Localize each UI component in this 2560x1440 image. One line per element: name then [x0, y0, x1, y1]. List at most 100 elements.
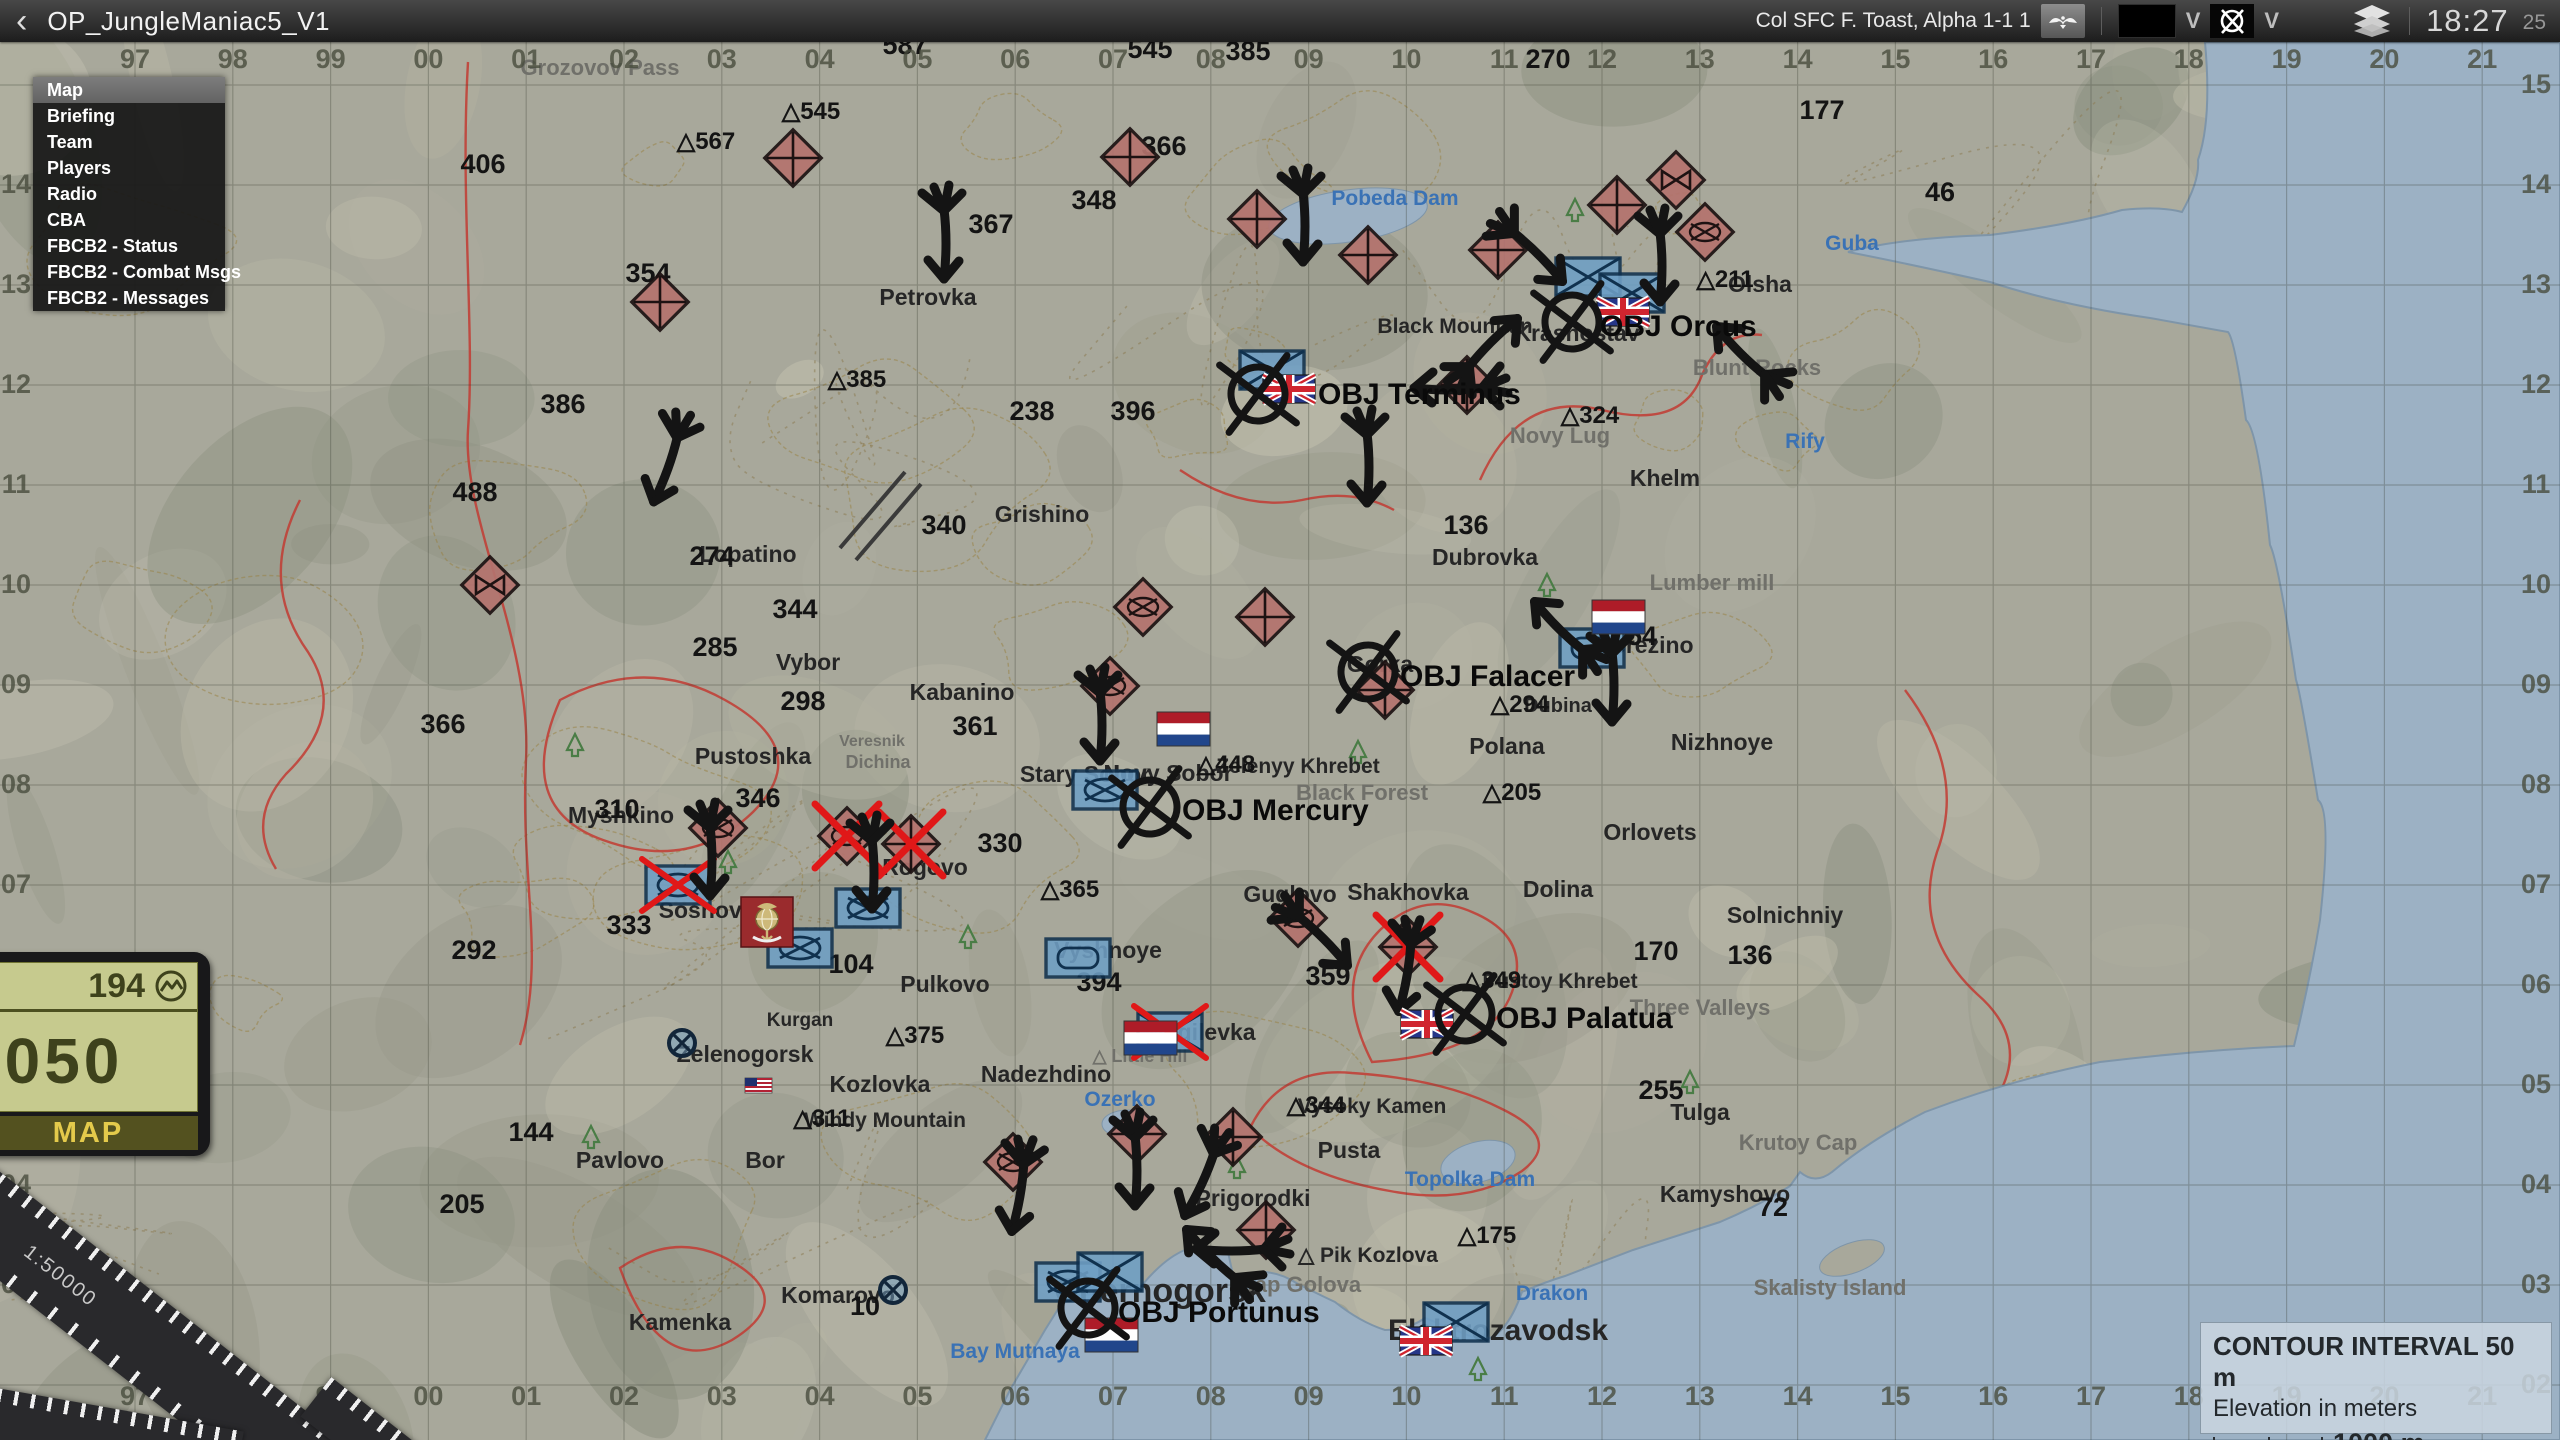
flag-marker-uk[interactable] — [1400, 1327, 1452, 1355]
game-screen: PetrovkaGrishinoVyborKabaninoPustoshkaMy… — [0, 0, 2560, 1440]
menu-item-map[interactable]: Map — [33, 77, 225, 103]
elevation-label: 205 — [439, 1189, 484, 1219]
gps-device: 194 6050 MAP — [0, 952, 210, 1156]
grid-label-bottom: 02 — [609, 1381, 639, 1411]
menu-item-briefing[interactable]: Briefing — [33, 103, 225, 129]
elevation-label: 170 — [1633, 936, 1678, 966]
marker-color-dropdown[interactable]: V — [2186, 8, 2201, 34]
grid-label-right: 12 — [2521, 369, 2551, 399]
elevation-label: △344 — [1286, 1092, 1346, 1119]
grid-label-top: 13 — [1685, 44, 1715, 74]
town-label: Shakhovka — [1347, 879, 1469, 905]
friendly-point-marker[interactable] — [669, 1030, 695, 1056]
grid-label-bottom: 05 — [902, 1381, 932, 1411]
flag-marker-nl[interactable] — [1124, 1021, 1177, 1055]
grid-label-right: 10 — [2521, 569, 2551, 599]
elevation-label: △545 — [781, 98, 841, 125]
menu-item-fbcb2-status[interactable]: FBCB2 - Status — [33, 233, 225, 259]
friendly-unit-marker[interactable] — [1046, 939, 1110, 977]
grid-label-right: 15 — [2521, 69, 2551, 99]
elevation-label: △375 — [885, 1022, 945, 1049]
town-label: Dubrovka — [1432, 544, 1538, 570]
grid-label-top: 09 — [1294, 44, 1324, 74]
grid-label-left: 13 — [1, 269, 31, 299]
town-label: Vybor — [776, 649, 840, 675]
flag-marker-nl[interactable] — [1157, 712, 1210, 746]
friendly-point-marker[interactable] — [880, 1277, 906, 1303]
grid-label-left: 09 — [1, 669, 31, 699]
grid-label-top: 10 — [1391, 44, 1421, 74]
marker-type-box[interactable] — [2210, 4, 2254, 38]
elevation-label: △448 — [1196, 751, 1256, 778]
elevation-label: 348 — [1071, 185, 1116, 215]
menu-item-cba[interactable]: CBA — [33, 207, 225, 233]
town-label: Petrovka — [879, 284, 976, 310]
divider — [2101, 7, 2102, 35]
menu-item-fbcb2-combat-msgs[interactable]: FBCB2 - Combat Msgs — [33, 259, 225, 285]
flag-marker-usmc[interactable] — [741, 897, 793, 947]
minor-label: Skalisty Island — [1754, 1275, 1907, 1300]
water-label: Ozerko — [1084, 1088, 1155, 1111]
grid-label-left: 08 — [1, 769, 31, 799]
town-label: Kozlovka — [830, 1071, 931, 1097]
grid-label-top: 16 — [1978, 44, 2008, 74]
menu-item-fbcb2-messages[interactable]: FBCB2 - Messages — [33, 285, 225, 311]
gps-map-button[interactable]: MAP — [53, 1117, 123, 1150]
grid-label-top: 98 — [218, 44, 248, 74]
rank-insignia-icon[interactable] — [2041, 4, 2085, 38]
contour-interval-label: CONTOUR INTERVAL 50 m — [2213, 1331, 2539, 1393]
grid-label-bottom: 14 — [1783, 1381, 1813, 1411]
town-label: Kabanino — [910, 679, 1015, 705]
mission-title: OP_JungleManiac5_V1 — [47, 6, 330, 37]
map[interactable]: PetrovkaGrishinoVyborKabaninoPustoshkaMy… — [0, 0, 2560, 1440]
grid-label-right: 03 — [2521, 1269, 2551, 1299]
grid-label-bottom: 06 — [1000, 1381, 1030, 1411]
elevation-label: △211 — [1695, 266, 1753, 293]
grid-label-right: 05 — [2521, 1069, 2551, 1099]
friendly-unit-marker[interactable] — [1078, 1253, 1142, 1291]
map-screen-menu: MapBriefingTeamPlayersRadioCBAFBCB2 - St… — [33, 77, 225, 311]
grid-label-top: 00 — [413, 44, 443, 74]
menu-item-radio[interactable]: Radio — [33, 181, 225, 207]
grid-label-right: 04 — [2521, 1169, 2551, 1199]
menu-item-players[interactable]: Players — [33, 155, 225, 181]
map-legend: CONTOUR INTERVAL 50 m Elevation in meter… — [2200, 1322, 2552, 1434]
town-label: Nizhnoye — [1671, 729, 1773, 755]
water-label: Guba — [1825, 232, 1879, 255]
menu-item-team[interactable]: Team — [33, 129, 225, 155]
grid-label-top: 12 — [1587, 44, 1617, 74]
top-bar: ‹ OP_JungleManiac5_V1 Col SFC F. Toast, … — [0, 0, 2560, 42]
elevation-label: 406 — [460, 149, 505, 179]
gps-lcd: 194 6050 — [0, 962, 198, 1112]
minor-label: Grozovov Pass — [521, 55, 680, 80]
elevation-label: 285 — [692, 632, 737, 662]
divider — [2409, 7, 2410, 35]
map-canvas[interactable]: PetrovkaGrishinoVyborKabaninoPustoshkaMy… — [0, 0, 2560, 1440]
elevation-label: △567 — [676, 128, 736, 155]
grid-label-bottom: 00 — [413, 1381, 443, 1411]
grid-label-bottom: 12 — [1587, 1381, 1617, 1411]
town-label: Dolina — [1523, 876, 1593, 902]
flag-marker-nl[interactable] — [1592, 600, 1645, 634]
elevation-label: 46 — [1925, 177, 1955, 207]
elevation-label: 386 — [540, 389, 585, 419]
back-icon[interactable]: ‹ — [16, 2, 27, 40]
eagle-icon — [2048, 12, 2078, 30]
marker-type-dropdown[interactable]: V — [2264, 8, 2279, 34]
grid-label-top: 06 — [1000, 44, 1030, 74]
marker-color-swatch[interactable] — [2118, 4, 2176, 38]
elevation-label: 367 — [968, 209, 1013, 239]
flag-marker-us[interactable] — [745, 1078, 772, 1093]
water-label: Rify — [1785, 430, 1825, 453]
minor-label: Lumber mill — [1650, 570, 1775, 595]
grid-label-top: 20 — [2369, 44, 2399, 74]
elevation-label: 274 — [689, 541, 734, 571]
elevation-label: 292 — [451, 935, 496, 965]
town-label: Bor — [745, 1147, 785, 1173]
town-label: Kurgan — [767, 1010, 834, 1031]
grid-label-bottom: 09 — [1294, 1381, 1324, 1411]
water-label: Topolka Dam — [1405, 1168, 1535, 1191]
layers-icon[interactable] — [2351, 4, 2393, 38]
scale-bar-label: 1000 m — [2333, 1433, 2425, 1440]
water-label: Drakon — [1516, 1282, 1588, 1305]
